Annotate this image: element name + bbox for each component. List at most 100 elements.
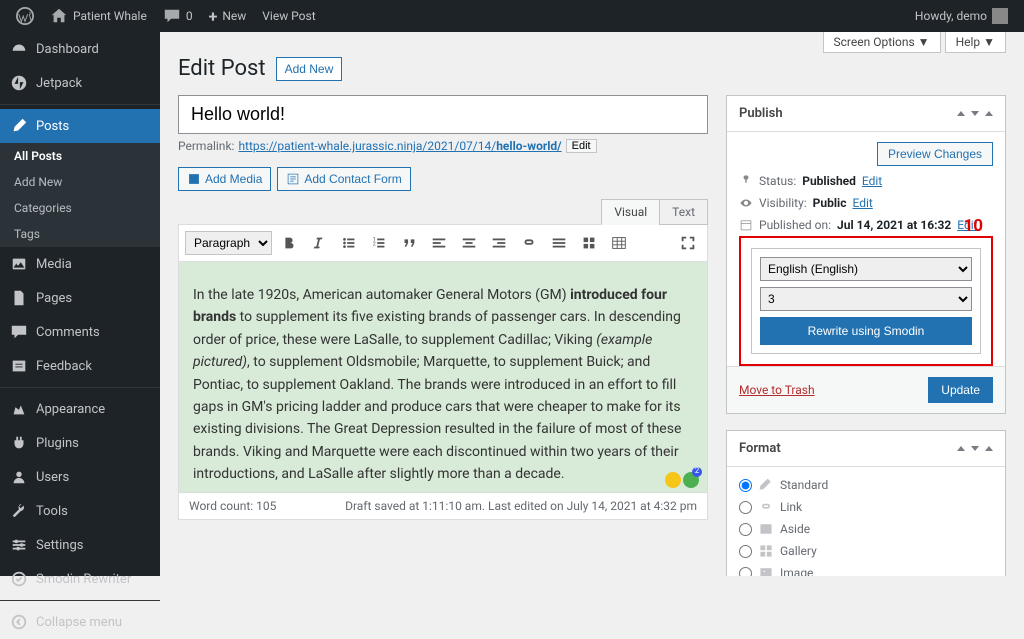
comments-bubble[interactable]: 0 [155,0,201,32]
format-radio[interactable] [739,567,752,577]
tab-text[interactable]: Text [659,199,708,225]
editor-status-bar: Word count: 105 Draft saved at 1:11:10 a… [178,493,708,520]
presence-icon: 2 [683,472,699,488]
panel-up-icon[interactable] [957,446,965,451]
menu-media[interactable]: Media [0,247,160,281]
howdy-account[interactable]: Howdy, demo [907,0,1016,32]
presence-indicators: 2 [665,472,699,488]
link-icon [758,499,774,515]
bold-icon[interactable] [276,230,302,256]
panel-down-icon[interactable] [971,111,979,116]
menu-users[interactable]: Users [0,460,160,494]
quote-icon[interactable] [396,230,422,256]
rewrite-button[interactable]: Rewrite using Smodin [760,317,972,345]
add-contact-form-button[interactable]: Add Contact Form [277,167,410,191]
bullet-list-icon[interactable] [336,230,362,256]
format-radio[interactable] [739,479,752,492]
publish-metabox: Publish Preview Changes Status: Publishe… [726,95,1006,414]
menu-pages[interactable]: Pages [0,281,160,315]
align-center-icon[interactable] [456,230,482,256]
format-option-gallery[interactable]: Gallery [739,543,993,559]
gallery-icon [758,543,774,559]
permalink-row: Permalink: https://patient-whale.jurassi… [178,139,708,153]
panel-toggle-icon[interactable] [985,111,993,116]
calendar-icon [739,218,753,232]
menu-appearance[interactable]: Appearance [0,392,160,426]
add-media-button[interactable]: Add Media [178,167,271,191]
image-icon [758,565,774,576]
site-name[interactable]: Patient Whale [42,0,155,32]
editor-toolbar: Paragraph 12 [178,224,708,262]
submenu-add-new[interactable]: Add New [0,169,160,195]
admin-bar: Patient Whale 0 +New View Post Howdy, de… [0,0,1024,32]
svg-text:2: 2 [373,242,376,248]
format-option-aside[interactable]: Aside [739,521,993,537]
eye-icon [739,196,753,210]
submenu-categories[interactable]: Categories [0,195,160,221]
visibility-edit-link[interactable]: Edit [852,196,872,210]
menu-feedback[interactable]: Feedback [0,349,160,383]
align-left-icon[interactable] [426,230,452,256]
move-to-trash-link[interactable]: Move to Trash [739,383,815,397]
menu-plugins[interactable]: Plugins [0,426,160,460]
fullscreen-icon[interactable] [675,230,701,256]
format-option-image[interactable]: Image [739,565,993,576]
avatar [992,8,1008,24]
menu-posts[interactable]: Posts [0,109,160,143]
smodin-strength-select[interactable]: 3 [760,287,972,311]
status-edit-link[interactable]: Edit [862,174,882,188]
help-tab[interactable]: Help ▼ [945,32,1006,53]
format-radio[interactable] [739,545,752,558]
menu-comments[interactable]: Comments [0,315,160,349]
admin-sidebar: Dashboard Jetpack Posts All Posts Add Ne… [0,32,160,576]
toolbar-toggle-icon[interactable] [576,230,602,256]
menu-jetpack[interactable]: Jetpack [0,66,160,100]
standard-icon [758,477,774,493]
menu-tools[interactable]: Tools [0,494,160,528]
number-list-icon[interactable]: 12 [366,230,392,256]
table-icon[interactable] [606,230,632,256]
add-new-button[interactable]: Add New [276,57,343,81]
paragraph-select[interactable]: Paragraph [185,231,272,255]
screen-options-tab[interactable]: Screen Options ▼ [823,32,941,53]
panel-up-icon[interactable] [957,111,965,116]
posts-submenu: All Posts Add New Categories Tags [0,143,160,247]
format-radio[interactable] [739,501,752,514]
format-option-link[interactable]: Link [739,499,993,515]
editor-content[interactable]: In the late 1920s, American automaker Ge… [178,262,708,493]
submenu-tags[interactable]: Tags [0,221,160,247]
content-area: Screen Options ▼ Help ▼ Edit Post Add Ne… [160,32,1024,576]
smodin-lang-select[interactable]: English (English) [760,257,972,281]
collapse-menu[interactable]: Collapse menu [0,605,160,639]
permalink-link[interactable]: https://patient-whale.jurassic.ninja/202… [238,139,561,153]
preview-changes-button[interactable]: Preview Changes [877,142,993,166]
smodin-highlight-box: 10 English (English) 3 Rewrite using Smo… [739,236,993,366]
submenu-all-posts[interactable]: All Posts [0,143,160,169]
format-metabox: Format Standard Link Aside Gallery Image… [726,430,1006,576]
more-icon[interactable] [546,230,572,256]
tab-visual[interactable]: Visual [601,199,660,225]
new-content[interactable]: +New [201,0,255,32]
menu-dashboard[interactable]: Dashboard [0,32,160,66]
panel-down-icon[interactable] [971,446,979,451]
presence-icon [665,472,681,488]
format-option-standard[interactable]: Standard [739,477,993,493]
post-title-input[interactable] [178,95,708,134]
last-edit: Draft saved at 1:11:10 am. Last edited o… [345,499,697,513]
link-icon[interactable] [516,230,542,256]
word-count: Word count: 105 [189,499,276,513]
wp-logo[interactable] [8,0,42,32]
view-post[interactable]: View Post [254,0,323,32]
page-title: Edit Post [178,56,266,81]
align-right-icon[interactable] [486,230,512,256]
menu-settings[interactable]: Settings [0,528,160,562]
format-radio[interactable] [739,523,752,536]
menu-smodin[interactable]: Smodin Rewriter [0,562,160,596]
pin-icon [739,174,753,188]
italic-icon[interactable] [306,230,332,256]
aside-icon [758,521,774,537]
permalink-edit-button[interactable]: Edit [566,139,597,153]
panel-toggle-icon[interactable] [985,446,993,451]
annotation-label: 10 [963,216,983,236]
update-button[interactable]: Update [928,377,993,403]
